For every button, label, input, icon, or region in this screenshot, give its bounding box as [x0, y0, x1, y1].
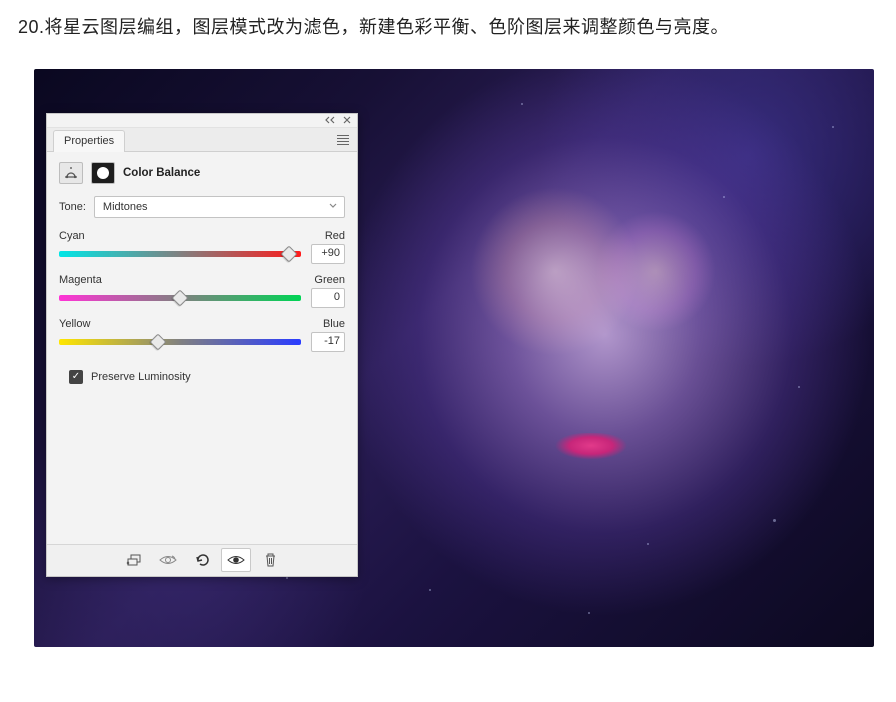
tone-dropdown[interactable]: Midtones	[94, 196, 345, 218]
tutorial-step-text: 20.将星云图层编组，图层模式改为滤色，新建色彩平衡、色阶图层来调整颜色与亮度。	[18, 12, 878, 43]
magenta-green-slider: Magenta Green 0	[59, 274, 345, 308]
red-label: Red	[325, 230, 345, 242]
toggle-visibility-button[interactable]	[221, 548, 251, 572]
magenta-green-value[interactable]: 0	[311, 288, 345, 308]
delete-button[interactable]	[255, 548, 285, 572]
adjustment-title: Color Balance	[123, 167, 200, 179]
cyan-red-thumb[interactable]	[280, 245, 297, 262]
yellow-blue-slider: Yellow Blue -17	[59, 318, 345, 352]
clip-to-layer-button[interactable]	[119, 548, 149, 572]
blue-label: Blue	[323, 318, 345, 330]
view-previous-button[interactable]	[153, 548, 183, 572]
cyan-red-slider: Cyan Red +90	[59, 230, 345, 264]
magenta-green-thumb[interactable]	[172, 289, 189, 306]
canvas-preview: Properties Color Balance Tone: Midtones	[34, 69, 874, 647]
panel-top-strip	[47, 114, 357, 128]
yellow-blue-value[interactable]: -17	[311, 332, 345, 352]
panel-tabbar: Properties	[47, 128, 357, 152]
reset-button[interactable]	[187, 548, 217, 572]
panel-empty-space	[59, 386, 345, 536]
yellow-blue-track[interactable]	[59, 339, 301, 345]
layer-mask-icon[interactable]	[91, 162, 115, 184]
preserve-luminosity-label: Preserve Luminosity	[91, 371, 191, 383]
tone-label: Tone:	[59, 201, 86, 213]
adjustment-header: Color Balance	[59, 162, 345, 184]
yellow-label: Yellow	[59, 318, 90, 330]
close-icon[interactable]	[343, 116, 351, 124]
panel-footer	[47, 544, 357, 576]
panel-menu-icon[interactable]	[335, 132, 351, 148]
cyan-red-track[interactable]	[59, 251, 301, 257]
magenta-green-track[interactable]	[59, 295, 301, 301]
magenta-label: Magenta	[59, 274, 102, 286]
preserve-luminosity-checkbox[interactable]: ✓	[69, 370, 83, 384]
yellow-blue-thumb[interactable]	[150, 333, 167, 350]
artwork-lip-highlight	[555, 433, 627, 461]
green-label: Green	[314, 274, 345, 286]
properties-panel: Properties Color Balance Tone: Midtones	[46, 113, 358, 577]
cyan-label: Cyan	[59, 230, 85, 242]
chevron-down-icon	[328, 200, 338, 213]
cyan-red-value[interactable]: +90	[311, 244, 345, 264]
tone-value: Midtones	[103, 201, 148, 213]
collapse-icon[interactable]	[325, 116, 337, 124]
color-balance-icon	[59, 162, 83, 184]
tab-properties[interactable]: Properties	[53, 130, 125, 152]
